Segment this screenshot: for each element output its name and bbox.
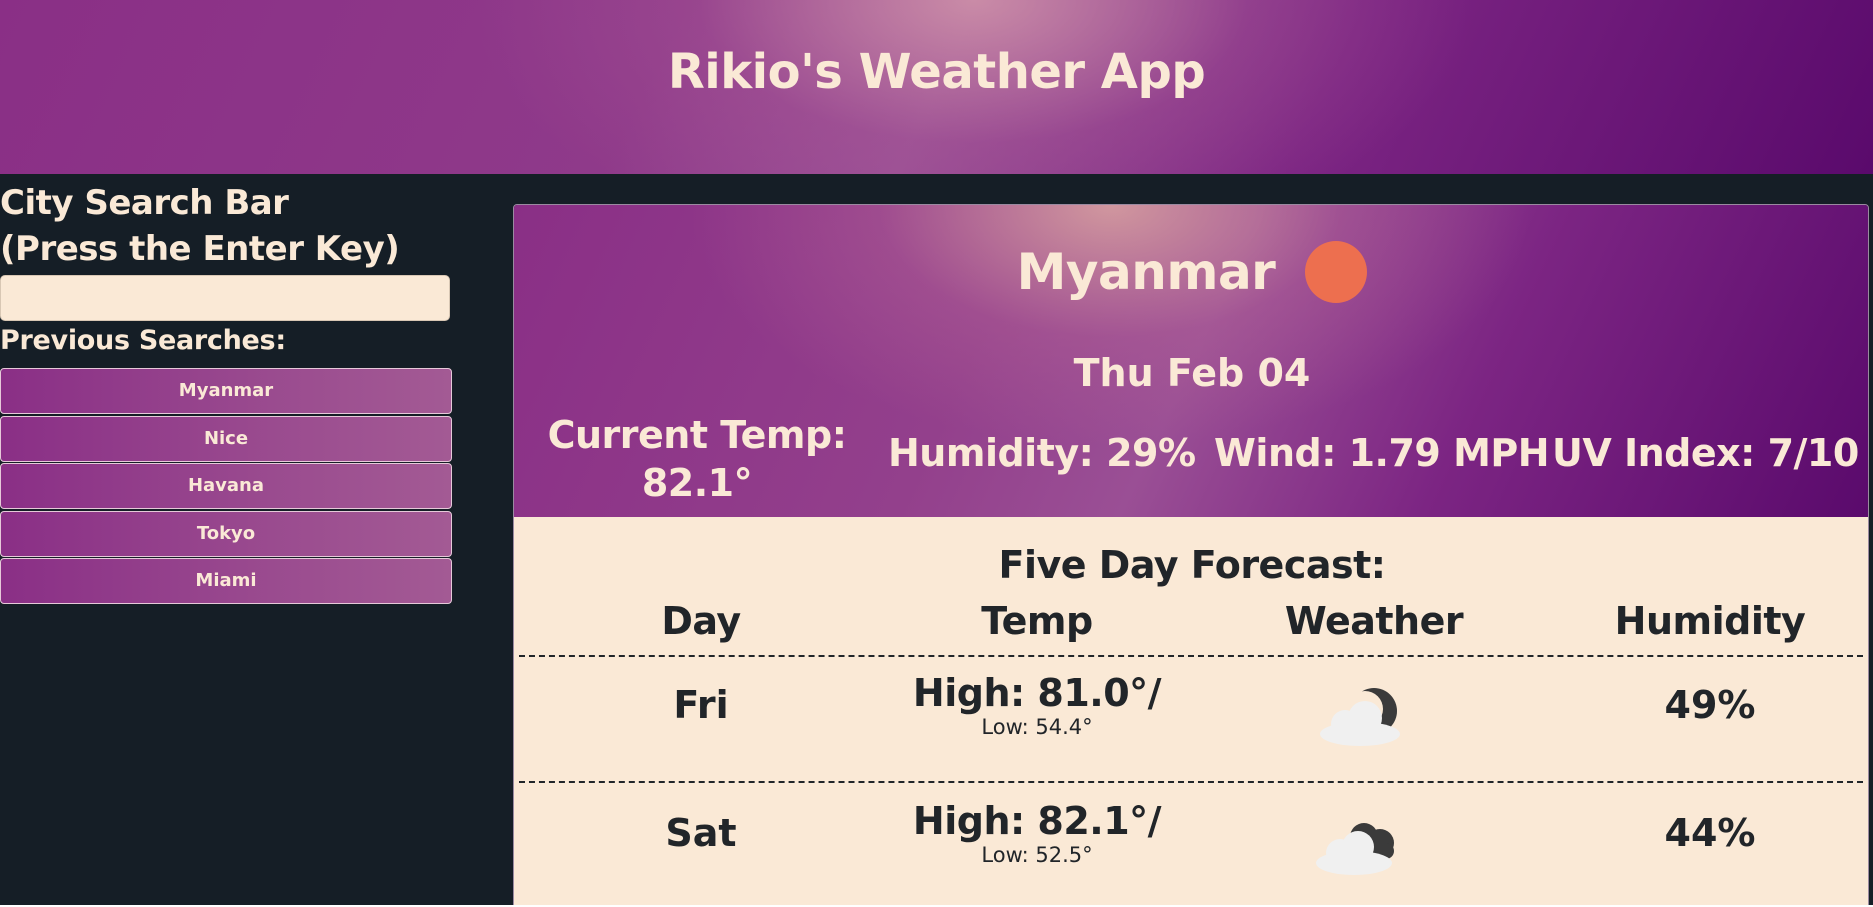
row-divider [519, 655, 1863, 657]
history-button-havana[interactable]: Havana [0, 463, 452, 509]
history-button-miami[interactable]: Miami [0, 558, 452, 604]
current-uv-index: UV Index: 7/10 [1552, 431, 1859, 475]
current-humidity: Humidity: 29% [888, 431, 1196, 475]
city-name: Myanmar [1016, 243, 1276, 301]
history-button-nice[interactable]: Nice [0, 415, 452, 462]
current-temp: Current Temp: 82.1° [532, 411, 862, 507]
sun-icon [1305, 241, 1368, 303]
forecast-temp: High: 82.1°/ Low: 52.5° [887, 799, 1187, 867]
search-history-list: Myanmar Nice Havana Tokyo Miami [0, 368, 452, 606]
column-header-day: Day [661, 599, 741, 643]
forecast-day: Sat [665, 811, 737, 855]
column-header-humidity: Humidity [1614, 599, 1806, 643]
current-wind: Wind: 1.79 MPH [1214, 431, 1550, 475]
search-heading-line2: (Press the Enter Key) [0, 229, 400, 269]
current-weather-card: Myanmar Thu Feb 04 Current Temp: 82.1° H… [514, 205, 1868, 517]
current-temp-label: Current Temp: [547, 413, 847, 457]
app-title: Rikio's Weather App [667, 44, 1206, 100]
city-row: Myanmar [514, 241, 1868, 303]
night-cloud-icon [1320, 688, 1400, 746]
app-window: Rikio's Weather App City Search Bar (Pre… [0, 0, 1873, 905]
forecast-title: Five Day Forecast: [998, 543, 1386, 587]
current-temp-value: 82.1° [641, 461, 753, 505]
weather-panel: Myanmar Thu Feb 04 Current Temp: 82.1° H… [513, 204, 1869, 905]
five-day-forecast: Five Day Forecast: Day Temp Weather Humi… [514, 517, 1868, 905]
row-divider [519, 781, 1863, 783]
search-heading: City Search Bar (Press the Enter Key) [0, 180, 400, 272]
column-header-weather: Weather [1284, 599, 1464, 643]
current-date: Thu Feb 04 [1073, 351, 1311, 395]
forecast-temp-high: High: 82.1°/ [912, 799, 1162, 843]
forecast-temp-high: High: 81.0°/ [912, 671, 1162, 715]
forecast-humidity: 44% [1664, 811, 1756, 855]
app-header: Rikio's Weather App [0, 0, 1873, 174]
forecast-humidity: 49% [1664, 683, 1756, 727]
cloudy-icon [1316, 823, 1394, 875]
city-search-input[interactable] [0, 275, 450, 321]
search-heading-line1: City Search Bar [0, 183, 289, 223]
previous-searches-label: Previous Searches: [0, 325, 286, 356]
forecast-day: Fri [673, 683, 729, 727]
forecast-temp-low: Low: 52.5° [981, 843, 1093, 867]
history-button-myanmar[interactable]: Myanmar [0, 368, 452, 414]
forecast-temp: High: 81.0°/ Low: 54.4° [887, 671, 1187, 739]
forecast-temp-low: Low: 54.4° [981, 715, 1093, 739]
history-button-tokyo[interactable]: Tokyo [0, 510, 452, 557]
column-header-temp: Temp [981, 599, 1093, 643]
